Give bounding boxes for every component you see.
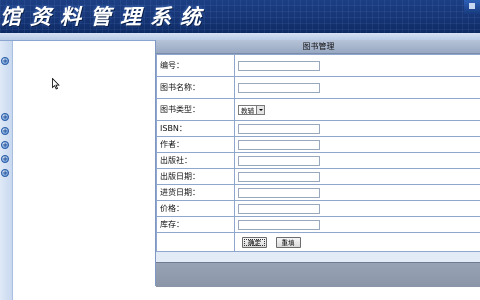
form-row-price: 价格： <box>156 200 480 217</box>
chevron-down-icon[interactable] <box>256 105 264 114</box>
form-row-inventory: 库存： <box>156 216 480 233</box>
form-row-pub-date: 出版日期： <box>156 168 480 185</box>
book-name-input[interactable] <box>238 82 320 93</box>
publisher-label: 出版社： <box>156 152 235 169</box>
form-row-id: 编号： <box>156 54 480 77</box>
form-row-stock-date: 进货日期： <box>156 184 480 201</box>
stock-date-input[interactable] <box>238 187 320 198</box>
pub-date-label: 出版日期： <box>156 168 235 185</box>
book-type-selected-value: 教辅 <box>241 106 254 115</box>
expand-plus-icon[interactable]: + <box>1 113 9 121</box>
app-title: 馆资料管理系统 <box>0 4 210 29</box>
isbn-label: ISBN： <box>156 120 235 137</box>
panel-footer <box>156 262 480 287</box>
expand-plus-icon[interactable]: + <box>1 127 9 135</box>
book-type-select[interactable]: 教辅 <box>238 104 265 115</box>
book-management-panel: 图书管理 编号： 图书名称： 图书类型： 教辅 ISBN： 作者： 出版社： 出… <box>155 40 480 287</box>
book-type-label: 图书类型： <box>156 98 235 121</box>
header-banner: 馆资料管理系统 <box>0 0 480 33</box>
banner-corner-mark <box>469 3 475 9</box>
price-input[interactable] <box>238 203 320 214</box>
form-row-actions: 确定 重填 <box>156 232 480 252</box>
author-label: 作者： <box>156 136 235 153</box>
inventory-input[interactable] <box>238 219 320 230</box>
id-input[interactable] <box>238 60 320 71</box>
pub-date-input[interactable] <box>238 171 320 182</box>
form-row-publisher: 出版社： <box>156 152 480 169</box>
price-label: 价格： <box>156 200 235 217</box>
confirm-button[interactable]: 确定 <box>242 236 267 248</box>
left-sidebar: + + + + + + <box>0 41 13 300</box>
isbn-input[interactable] <box>238 123 320 134</box>
id-label: 编号： <box>156 54 235 77</box>
book-name-label: 图书名称： <box>156 76 235 99</box>
reset-button[interactable]: 重填 <box>275 236 301 248</box>
form-row-type: 图书类型： 教辅 <box>156 98 480 121</box>
author-input[interactable] <box>238 139 320 150</box>
book-form: 编号： 图书名称： 图书类型： 教辅 ISBN： 作者： 出版社： 出版日期： … <box>156 54 480 252</box>
form-row-name: 图书名称： <box>156 76 480 99</box>
expand-plus-icon[interactable]: + <box>1 57 9 65</box>
publisher-input[interactable] <box>238 155 320 166</box>
stock-date-label: 进货日期： <box>156 184 235 201</box>
expand-plus-icon[interactable]: + <box>1 169 9 177</box>
form-row-author: 作者： <box>156 136 480 153</box>
expand-plus-icon[interactable]: + <box>1 155 9 163</box>
form-row-isbn: ISBN： <box>156 120 480 137</box>
inventory-label: 库存： <box>156 216 235 233</box>
panel-title: 图书管理 <box>156 40 480 54</box>
expand-plus-icon[interactable]: + <box>1 141 9 149</box>
actions-spacer <box>156 232 235 252</box>
